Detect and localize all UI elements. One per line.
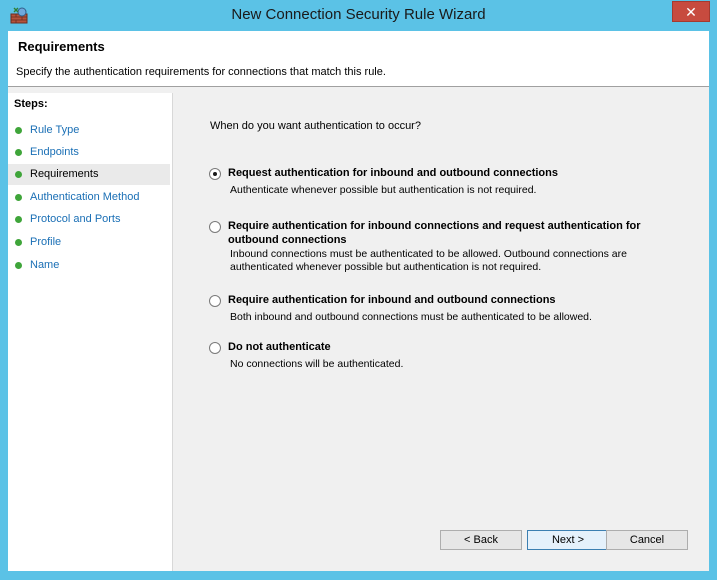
radio-button[interactable] <box>209 342 221 354</box>
page-header: Requirements Specify the authentication … <box>8 31 709 87</box>
option-label[interactable]: Require authentication for inbound conne… <box>228 219 688 247</box>
close-icon: ✕ <box>685 4 697 20</box>
step-label: Name <box>30 259 60 271</box>
back-button[interactable]: < Back <box>440 530 522 550</box>
step-label: Authentication Method <box>30 191 140 203</box>
step-complete-dot-icon <box>15 149 22 156</box>
step-dot-icon <box>15 194 22 201</box>
step-current-dot-icon <box>15 171 22 178</box>
radio-button-selected[interactable] <box>209 168 221 180</box>
step-rule-type[interactable]: Rule Type <box>8 120 170 141</box>
wizard-client-area: Requirements Specify the authentication … <box>8 31 709 571</box>
step-requirements[interactable]: Requirements <box>8 164 170 185</box>
step-label: Protocol and Ports <box>30 213 121 225</box>
step-label: Requirements <box>30 168 99 180</box>
step-authentication-method[interactable]: Authentication Method <box>8 187 170 208</box>
step-dot-icon <box>15 216 22 223</box>
next-button[interactable]: Next > <box>527 530 609 550</box>
radio-button[interactable] <box>209 295 221 307</box>
option-label[interactable]: Do not authenticate <box>228 340 688 354</box>
option-description: No connections will be authenticated. <box>230 358 404 370</box>
steps-sidebar: Steps: Rule Type Endpoints Requirements … <box>8 93 173 571</box>
option-description: Authenticate whenever possible but authe… <box>230 184 537 196</box>
page-description: Specify the authentication requirements … <box>16 66 386 78</box>
step-label: Profile <box>30 236 62 248</box>
option-label[interactable]: Request authentication for inbound and o… <box>228 166 688 180</box>
cancel-button[interactable]: Cancel <box>606 530 688 550</box>
option-description: Inbound connections must be authenticate… <box>230 248 627 273</box>
steps-label: Steps: <box>14 98 48 110</box>
radio-button[interactable] <box>209 221 221 233</box>
option-description: Both inbound and outbound connections mu… <box>230 311 592 323</box>
question-text: When do you want authentication to occur… <box>210 120 421 132</box>
step-dot-icon <box>15 239 22 246</box>
window-title: New Connection Security Rule Wizard <box>231 6 486 23</box>
step-profile[interactable]: Profile <box>8 232 170 253</box>
option-label[interactable]: Require authentication for inbound and o… <box>228 293 688 307</box>
step-dot-icon <box>15 262 22 269</box>
step-protocol-and-ports[interactable]: Protocol and Ports <box>8 209 170 230</box>
wizard-window: New Connection Security Rule Wizard ✕ Re… <box>0 0 717 580</box>
step-endpoints[interactable]: Endpoints <box>8 142 170 163</box>
step-name[interactable]: Name <box>8 255 170 276</box>
step-complete-dot-icon <box>15 127 22 134</box>
step-label: Endpoints <box>30 146 79 158</box>
close-button[interactable]: ✕ <box>672 1 710 22</box>
title-bar: New Connection Security Rule Wizard ✕ <box>0 0 717 31</box>
page-title: Requirements <box>18 39 105 54</box>
step-label: Rule Type <box>30 124 80 136</box>
